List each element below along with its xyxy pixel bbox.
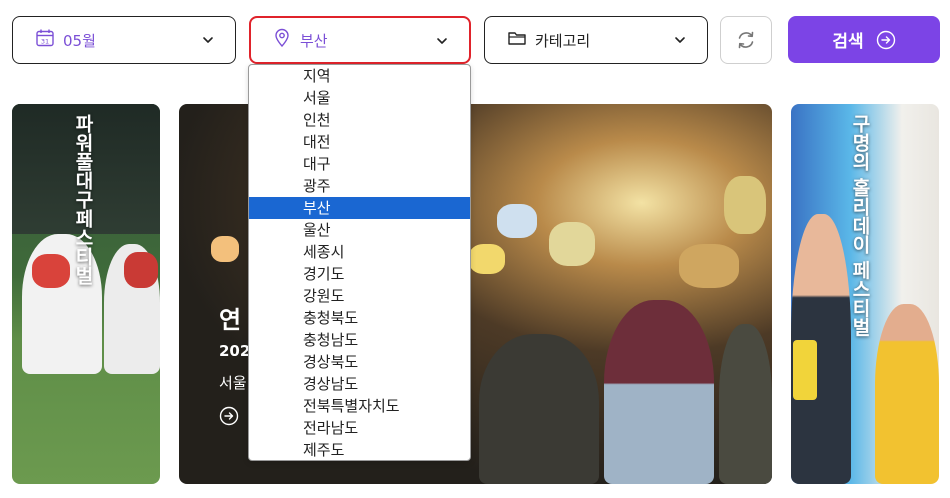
woman-in-hanbok bbox=[604, 300, 714, 484]
month-select[interactable]: 31 05월 bbox=[12, 16, 236, 64]
lantern bbox=[724, 176, 766, 234]
calendar-day-text: 31 bbox=[41, 38, 49, 46]
region-option[interactable]: 울산 bbox=[249, 219, 470, 241]
location-pin-icon bbox=[272, 28, 292, 52]
search-button-label: 검색 bbox=[832, 32, 864, 52]
lantern bbox=[679, 244, 739, 288]
region-option[interactable]: 대전 bbox=[249, 131, 470, 153]
region-option[interactable]: 세종시 bbox=[249, 241, 470, 263]
lion-mask bbox=[124, 252, 158, 288]
region-option[interactable]: 부산 bbox=[249, 197, 470, 219]
lantern bbox=[211, 236, 239, 262]
region-option[interactable]: 경기도 bbox=[249, 263, 470, 285]
card-title: 파워풀대구페스티벌 bbox=[72, 114, 94, 285]
region-option[interactable]: 대구 bbox=[249, 153, 470, 175]
calendar-icon: 31 bbox=[35, 28, 55, 52]
month-value: 05월 bbox=[63, 31, 96, 50]
region-option[interactable]: 경상남도 bbox=[249, 373, 470, 395]
drink-can bbox=[793, 340, 817, 400]
region-option[interactable]: 경상북도 bbox=[249, 351, 470, 373]
card-title: 구명의 홀리데이 페스티벌 bbox=[849, 114, 871, 337]
region-dropdown-list[interactable]: 지역 서울 인천 대전 대구 광주 부산 울산 세종시 경기도 강원도 충청북도 충청남도 경상북도 경상남… bbox=[248, 64, 471, 461]
arrow-right-circle-icon bbox=[876, 30, 895, 49]
arrow-right-circle-icon[interactable] bbox=[219, 406, 239, 426]
region-option[interactable]: 전북특별자치도 bbox=[249, 395, 470, 417]
crowd bbox=[719, 324, 772, 484]
chevron-down-icon bbox=[203, 37, 213, 43]
region-option[interactable]: 지역 bbox=[249, 65, 470, 87]
search-button[interactable]: 검색 bbox=[788, 16, 940, 63]
lantern bbox=[469, 244, 505, 274]
lion-mask bbox=[32, 254, 70, 288]
region-option[interactable]: 충청남도 bbox=[249, 329, 470, 351]
lantern bbox=[549, 222, 595, 266]
folder-icon bbox=[507, 28, 527, 52]
category-value: 카테고리 bbox=[535, 31, 591, 50]
lantern bbox=[497, 204, 537, 238]
region-option[interactable]: 충청북도 bbox=[249, 307, 470, 329]
refresh-icon bbox=[738, 31, 754, 49]
chevron-down-icon bbox=[675, 37, 685, 43]
region-option[interactable]: 전라남도 bbox=[249, 417, 470, 439]
crowd bbox=[479, 334, 599, 484]
card-date: 202 bbox=[219, 342, 251, 360]
region-option[interactable]: 강원도 bbox=[249, 285, 470, 307]
region-option[interactable]: 광주 bbox=[249, 175, 470, 197]
region-value: 부산 bbox=[300, 31, 328, 50]
region-option[interactable]: 제주도 bbox=[249, 439, 470, 460]
card-title: 연 bbox=[219, 306, 242, 334]
refresh-button[interactable] bbox=[720, 16, 772, 64]
festival-card-left[interactable]: 파워풀대구페스티벌 bbox=[12, 104, 160, 484]
festival-card-right[interactable]: 구명의 홀리데이 페스티벌 bbox=[791, 104, 939, 484]
person-figure bbox=[875, 304, 939, 484]
region-select[interactable]: 부산 bbox=[249, 16, 471, 64]
card-place: 서울 bbox=[219, 374, 247, 392]
region-option[interactable]: 인천 bbox=[249, 109, 470, 131]
chevron-down-icon bbox=[437, 38, 447, 44]
category-select[interactable]: 카테고리 bbox=[484, 16, 708, 64]
region-option[interactable]: 서울 bbox=[249, 87, 470, 109]
